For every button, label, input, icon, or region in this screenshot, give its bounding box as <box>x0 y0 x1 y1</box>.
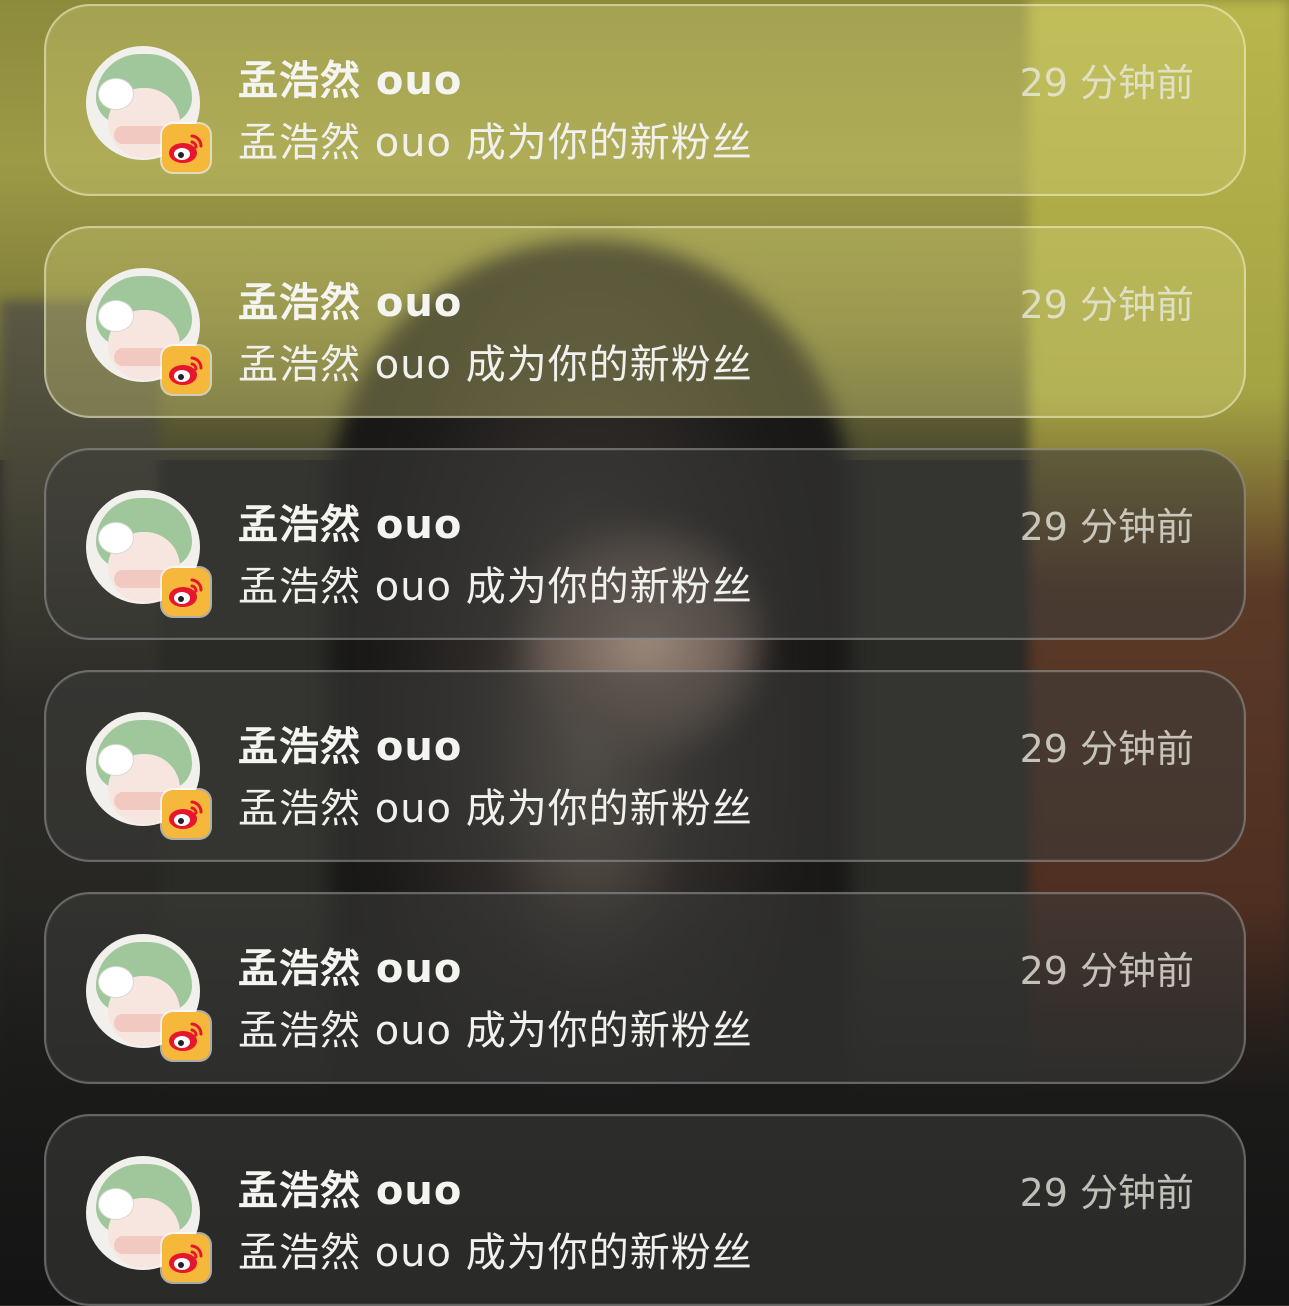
weibo-icon <box>162 790 210 838</box>
notification-time: 29 分钟前 <box>1019 1171 1194 1215</box>
notification-time: 29 分钟前 <box>1019 727 1194 771</box>
notification-body: 孟浩然 ouo 成为你的新粉丝 <box>238 564 753 610</box>
notification-body: 孟浩然 ouo 成为你的新粉丝 <box>238 120 753 166</box>
notification-title: 孟浩然 ouo <box>238 946 463 992</box>
notification-card[interactable]: 孟浩然 ouo 孟浩然 ouo 成为你的新粉丝 29 分钟前 <box>44 226 1246 418</box>
notification-title: 孟浩然 ouo <box>238 1168 463 1214</box>
notification-title: 孟浩然 ouo <box>238 280 463 326</box>
notification-time: 29 分钟前 <box>1019 505 1194 549</box>
weibo-icon <box>162 1012 210 1060</box>
notification-body: 孟浩然 ouo 成为你的新粉丝 <box>238 786 753 832</box>
weibo-icon <box>162 568 210 616</box>
notification-title: 孟浩然 ouo <box>238 502 463 548</box>
notification-time: 29 分钟前 <box>1019 61 1194 105</box>
weibo-icon <box>162 1234 210 1282</box>
weibo-icon <box>162 346 210 394</box>
notification-title: 孟浩然 ouo <box>238 724 463 770</box>
notification-card[interactable]: 孟浩然 ouo 孟浩然 ouo 成为你的新粉丝 29 分钟前 <box>44 892 1246 1084</box>
notification-card[interactable]: 孟浩然 ouo 孟浩然 ouo 成为你的新粉丝 29 分钟前 <box>44 448 1246 640</box>
notification-title: 孟浩然 ouo <box>238 58 463 104</box>
notification-body: 孟浩然 ouo 成为你的新粉丝 <box>238 342 753 388</box>
notification-body: 孟浩然 ouo 成为你的新粉丝 <box>238 1230 753 1276</box>
notification-card[interactable]: 孟浩然 ouo 孟浩然 ouo 成为你的新粉丝 29 分钟前 <box>44 670 1246 862</box>
notification-card[interactable]: 孟浩然 ouo 孟浩然 ouo 成为你的新粉丝 29 分钟前 <box>44 4 1246 196</box>
notification-time: 29 分钟前 <box>1019 283 1194 327</box>
notification-card[interactable]: 孟浩然 ouo 孟浩然 ouo 成为你的新粉丝 29 分钟前 <box>44 1114 1246 1306</box>
weibo-icon <box>162 124 210 172</box>
notification-time: 29 分钟前 <box>1019 949 1194 993</box>
notification-body: 孟浩然 ouo 成为你的新粉丝 <box>238 1008 753 1054</box>
